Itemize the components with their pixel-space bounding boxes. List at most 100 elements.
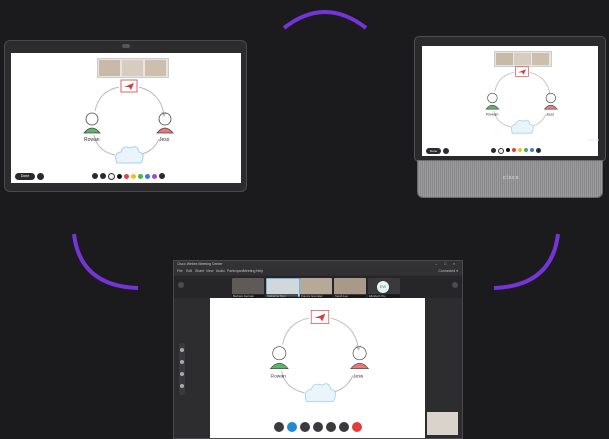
participant-thumbnails [97,58,169,78]
participant-avatar-tile[interactable]: EW [368,278,400,295]
cycle-arrow-icon [93,86,167,156]
done-button[interactable]: Done [15,172,35,180]
participant-video[interactable] [300,278,332,295]
cisco-logo: cisco [503,175,520,181]
pen-toolbar [92,172,165,180]
connection-status[interactable]: Connected ▾ [438,269,458,273]
color-blue[interactable] [530,147,534,152]
person-icon [156,112,174,134]
camera-icon [122,44,130,48]
menu-participant[interactable]: Participant [227,269,244,273]
bottom-toolbar: Done [15,172,237,180]
avatar: EW [377,281,389,293]
bottom-toolbar: Done [426,147,594,154]
participant-video[interactable] [232,278,264,295]
cloud-icon [510,119,534,134]
desk-bezel: Rowan Jess Done 9:41 AM [414,36,606,162]
person-icon [350,346,370,369]
person-icon [543,92,558,110]
chat-icon[interactable] [326,422,336,432]
color-black[interactable] [117,173,122,179]
self-view-video[interactable] [427,412,458,435]
participant-thumb[interactable] [99,60,120,76]
participants-icon[interactable] [313,422,323,432]
whiteboard-screen: Rowan Jess Done [11,53,241,183]
pen-icon[interactable] [491,147,496,153]
window-title: Cisco Webex Meeting Center [177,262,223,266]
person-icon [269,346,289,369]
menu-file[interactable]: File [177,269,183,273]
color-green[interactable] [138,173,143,179]
whiteboard-screen: Rowan Jess [210,298,425,438]
vertical-toolbar [179,343,185,395]
person-icon [83,112,101,134]
pen-toolbar [491,147,541,154]
decorative-arc-right [493,233,560,290]
person-label-right: Jess [353,373,364,379]
video-icon[interactable] [287,422,297,432]
participant-thumb[interactable] [122,60,143,76]
color-purple[interactable] [152,173,157,179]
person-label-left: Rowan [486,112,498,117]
close-icon[interactable] [37,172,44,180]
shape-icon[interactable] [180,384,184,388]
eraser-icon[interactable] [536,147,541,153]
pen-icon[interactable] [180,348,184,352]
done-button[interactable]: Done [426,147,441,154]
color-black[interactable] [506,147,510,152]
color-white[interactable] [498,147,504,154]
share-icon[interactable] [300,422,310,432]
maximize-icon[interactable]: □ [444,262,447,266]
eraser-icon[interactable] [159,173,165,179]
person-label-left: Rowan [84,137,100,143]
menu-help[interactable]: Help [256,269,263,273]
color-green[interactable] [524,147,528,152]
undo-icon[interactable] [92,173,98,179]
cycle-diagram: Rowan Jess [83,79,174,164]
participant-thumbnails [494,51,552,67]
decorative-arc-left [72,233,139,290]
cycle-arrow-icon [281,317,362,394]
color-yellow[interactable] [518,147,522,152]
minimize-icon[interactable]: – [435,262,438,266]
decorative-arc-top [282,10,368,30]
person-label-right: Jess [546,112,554,117]
eraser-icon[interactable] [180,360,184,364]
color-red[interactable] [124,173,129,179]
person-label-right: Jess [159,137,170,143]
participant-thumb[interactable] [496,53,513,65]
menu-share[interactable]: Share [195,269,204,273]
participant-thumb[interactable] [532,53,549,65]
menu-view[interactable]: View [206,269,214,273]
color-red[interactable] [512,147,516,152]
close-icon[interactable] [443,147,449,154]
back-icon[interactable] [178,282,184,288]
participant-video[interactable] [334,278,366,295]
mic-icon[interactable] [274,422,284,432]
color-blue[interactable] [145,173,150,179]
text-icon[interactable] [180,372,184,376]
menu-meeting[interactable]: Meeting [243,269,255,273]
forward-icon[interactable] [452,282,458,288]
end-call-icon[interactable] [352,422,362,432]
desktop-app-window: Cisco Webex Meeting Center – □ × File Ed… [173,260,463,439]
color-yellow[interactable] [131,173,136,179]
tablet-device: Rowan Jess Done [4,40,247,192]
pen-icon[interactable] [100,173,106,179]
meeting-controls [274,422,362,432]
whiteboard-screen: Rowan Jess Done [422,46,598,156]
cycle-diagram: Rowan Jess [485,66,558,134]
person-icon [485,92,500,110]
color-white[interactable] [108,172,115,180]
cloud-icon [304,383,336,403]
cycle-diagram: Rowan Jess [269,310,370,403]
more-icon[interactable] [339,422,349,432]
speaker-base: cisco [417,160,603,198]
close-icon[interactable]: × [453,262,456,266]
menu-edit[interactable]: Edit [186,269,192,273]
menu-audio[interactable]: Audio [216,269,225,273]
participant-thumb[interactable] [145,60,166,76]
clock: 9:41 AM [587,138,599,142]
desk-device: Rowan Jess Done 9:41 AM cisco [414,36,606,198]
participant-thumb[interactable] [514,53,531,65]
